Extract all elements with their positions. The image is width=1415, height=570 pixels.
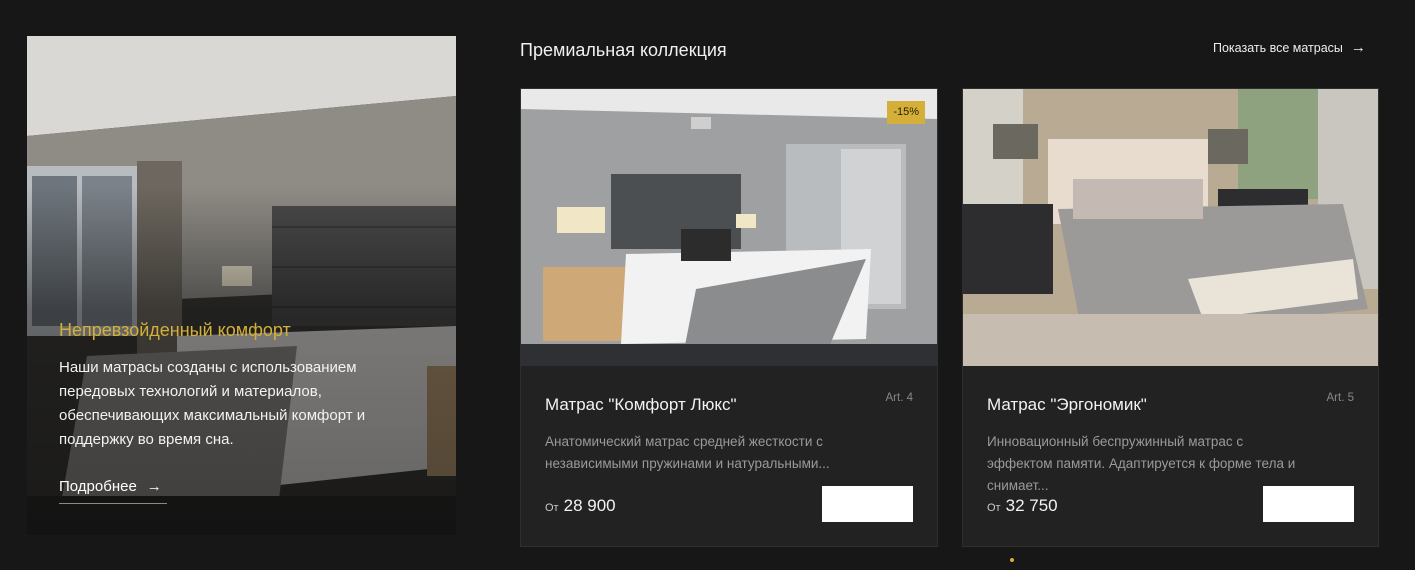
price-prefix: От [987,502,1001,514]
product-image[interactable] [963,89,1378,366]
product-article: Art. 4 [885,392,913,404]
hero-content: Непревзойденный комфорт Наши матрасы соз… [59,318,419,452]
product-name[interactable]: Матрас "Комфорт Люкс" [545,395,737,415]
buy-button[interactable] [1263,486,1354,522]
arrow-right-icon: → [1350,39,1366,56]
product-description: Инновационный беспружинный матрас с эффе… [987,434,1296,493]
product-card[interactable]: -15% Матрас "Комфорт Люкс" Art. 4 Анатом… [520,88,938,547]
hero-title: Непревзойденный комфорт [59,320,291,340]
price-prefix: От [545,502,559,514]
product-price: От 28 900 [545,496,616,516]
show-all-label: Показать все матрасы [1213,40,1343,55]
hero-description: Наши матрасы созданы с использованием пе… [59,359,366,448]
hero-more-link[interactable]: Подробнее → [59,478,167,504]
bedroom-photo-2 [963,89,1378,366]
product-article: Art. 5 [1326,392,1354,404]
product-description: Анатомический матрас средней жесткости с… [545,434,830,471]
product-price: От 32 750 [987,496,1058,516]
section-title: Премиальная коллекция [520,40,727,60]
show-all-mattresses-link[interactable]: Показать все матрасы → [1213,40,1366,55]
product-name[interactable]: Матрас "Эргономик" [987,395,1147,415]
buy-button[interactable] [822,486,913,522]
hero-card: Непревзойденный комфорт Наши матрасы соз… [27,36,456,535]
arrow-right-icon: → [146,478,162,495]
price-value: 32 750 [1005,496,1058,515]
carousel-indicator-dot[interactable] [1010,558,1014,562]
product-image[interactable]: -15% [521,89,937,366]
bedroom-photo-1 [521,89,937,366]
discount-badge: -15% [887,101,925,124]
product-card[interactable]: Матрас "Эргономик" Art. 5 Инновационный … [962,88,1379,547]
hero-more-label: Подробнее [59,478,137,495]
hero-overlay [27,36,456,535]
price-value: 28 900 [563,496,616,515]
